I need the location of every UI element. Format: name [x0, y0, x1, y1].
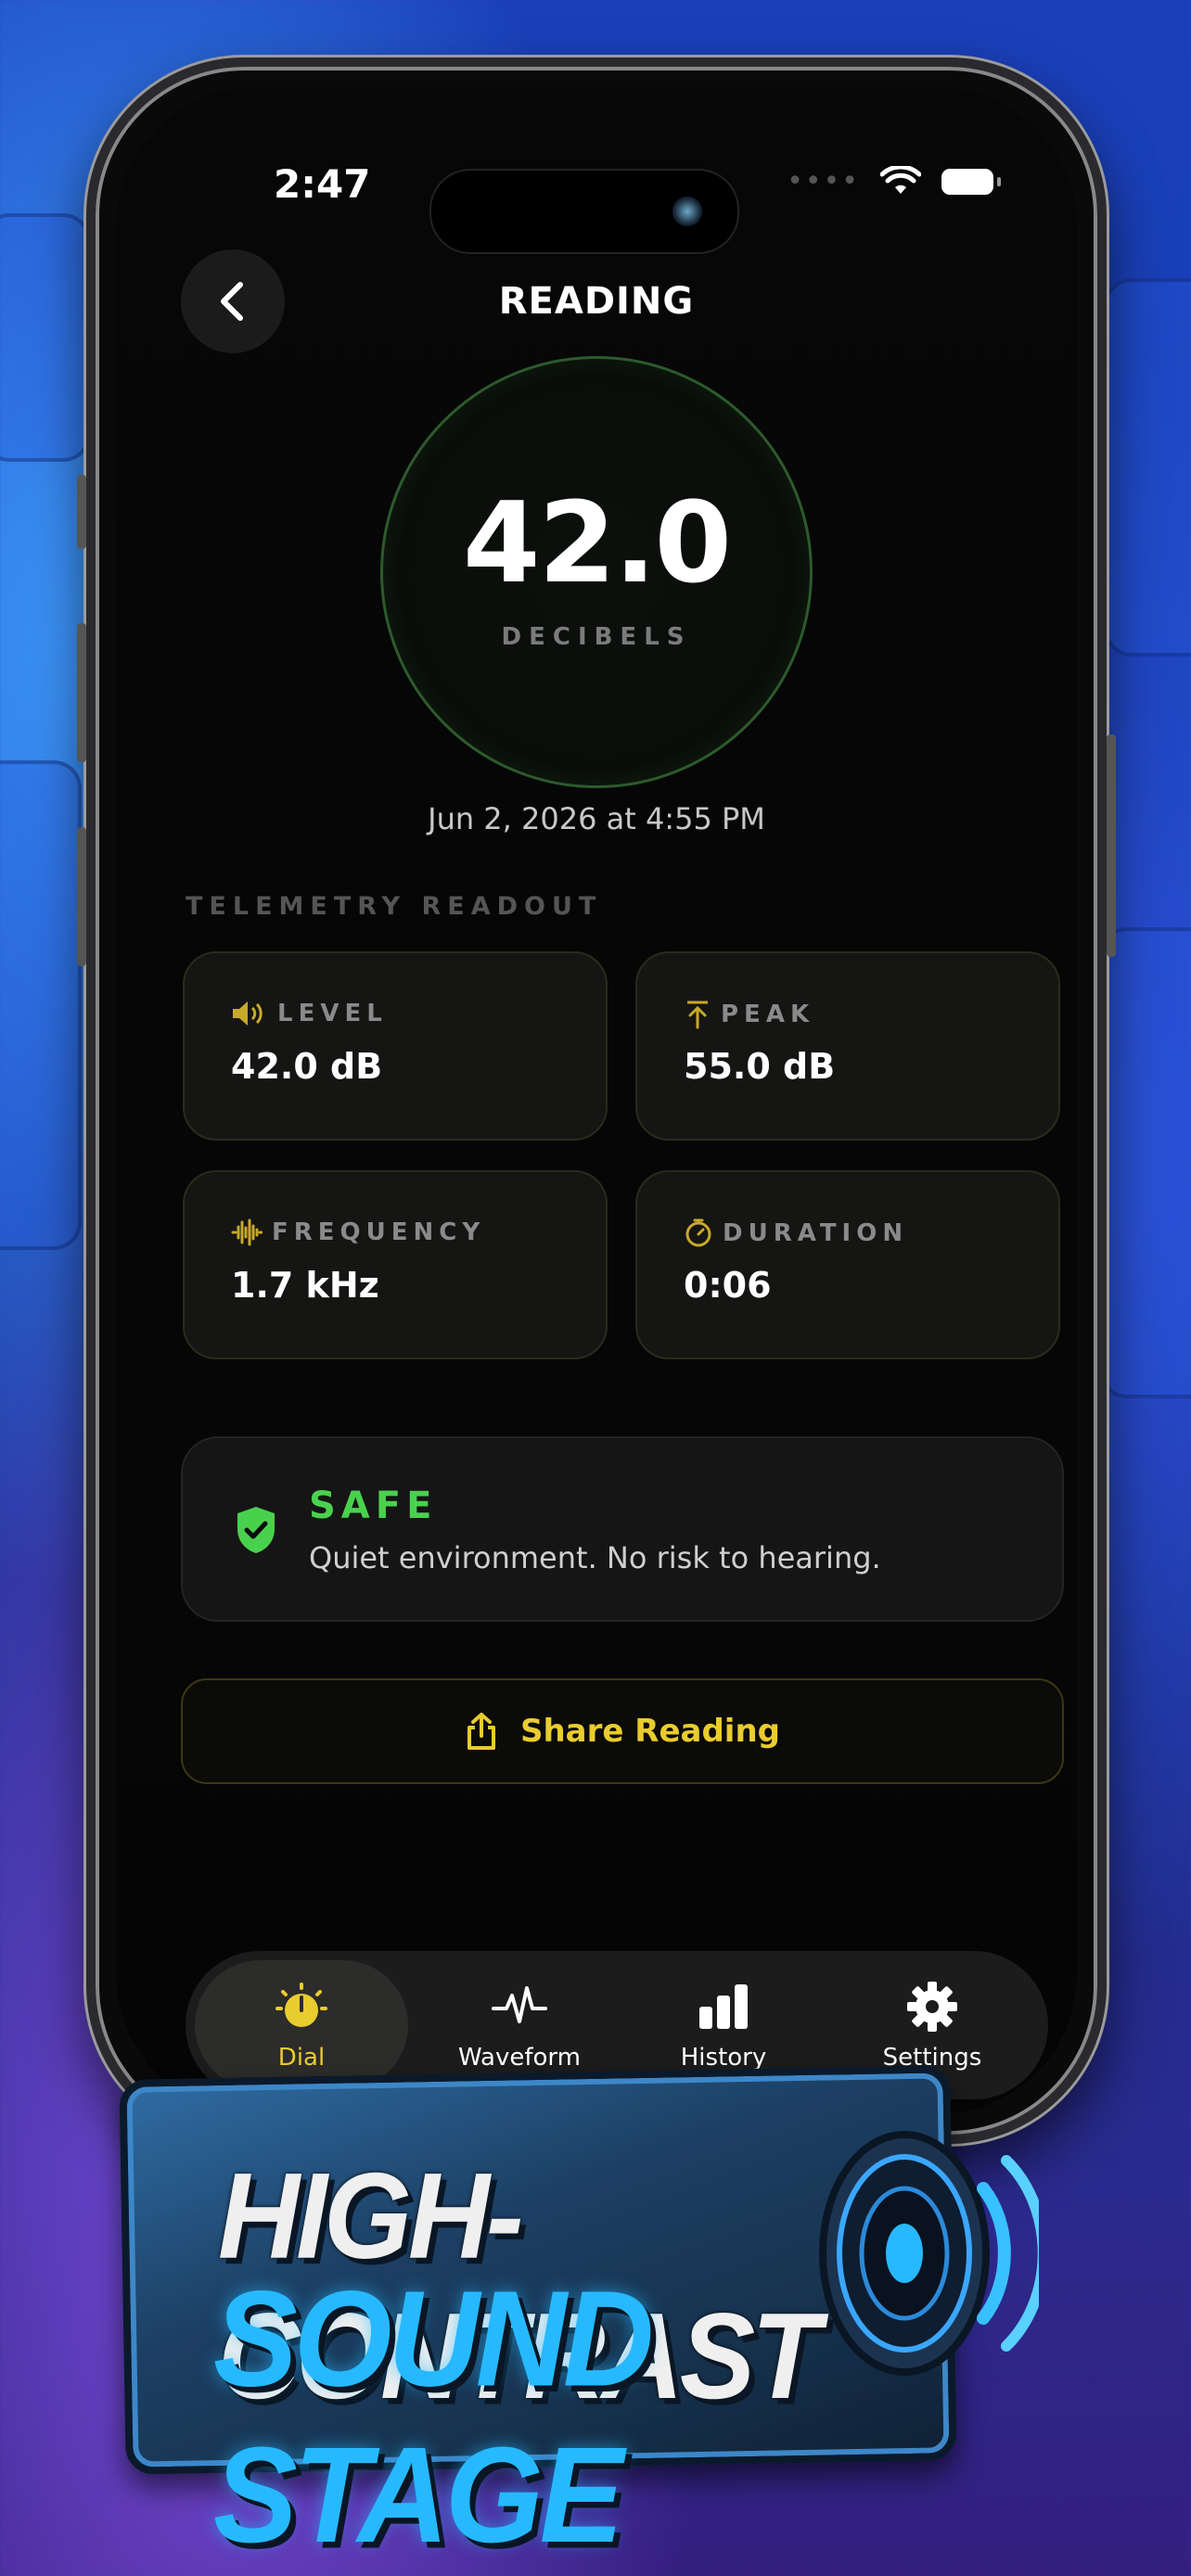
share-icon — [467, 1713, 495, 1750]
app-screen: 2:47 •••• READING 42.0 DECIBELS Jun 2, 2… — [116, 87, 1077, 2114]
tile-label: LEVEL — [277, 1000, 388, 1027]
speaker-icon — [819, 2131, 1039, 2376]
waveform-icon — [492, 1986, 547, 2023]
side-button — [1107, 734, 1116, 957]
tile-label: FREQUENCY — [272, 1218, 486, 1246]
tile-label: PEAK — [721, 1001, 815, 1028]
background-stone — [1104, 278, 1191, 657]
telemetry-tile-peak: PEAK 55.0 dB — [635, 951, 1060, 1141]
dial-icon — [275, 1983, 327, 2027]
camera-icon — [672, 197, 702, 226]
share-label: Share Reading — [519, 1713, 781, 1750]
share-reading-button[interactable]: Share Reading — [181, 1678, 1064, 1784]
tile-value: 42.0 dB — [231, 1046, 383, 1087]
status-time: 2:47 — [274, 161, 371, 207]
speaker-icon — [233, 1001, 263, 1026]
timer-icon — [685, 1218, 711, 1247]
status-icons: •••• — [787, 165, 1001, 198]
shield-check-icon — [237, 1507, 275, 1553]
background-stone — [0, 760, 82, 1250]
side-button — [77, 623, 86, 762]
arrow-up-to-line-icon — [687, 1001, 708, 1029]
wifi-icon — [880, 165, 921, 194]
promo-banner: HIGH-CONTRAST SOUND STAGE — [111, 2035, 1039, 2570]
tile-value: 0:06 — [684, 1265, 772, 1306]
safety-status-card: SAFE Quiet environment. No risk to heari… — [181, 1436, 1064, 1622]
battery-icon — [941, 168, 1001, 195]
safety-status-title: SAFE — [309, 1485, 438, 1527]
tile-value: 55.0 dB — [684, 1046, 836, 1087]
gear-icon — [907, 1982, 957, 2032]
dynamic-island — [429, 169, 739, 254]
side-button — [77, 475, 86, 549]
bar-chart-icon — [699, 1984, 748, 2029]
signal-icon: •••• — [787, 165, 860, 198]
reading-timestamp: Jun 2, 2026 at 4:55 PM — [428, 801, 765, 836]
background-stone — [0, 213, 91, 462]
telemetry-tile-duration: DURATION 0:06 — [635, 1170, 1060, 1359]
waveform-icon — [231, 1218, 263, 1246]
safety-status-description: Quiet environment. No risk to hearing. — [309, 1540, 881, 1575]
page-title: READING — [498, 280, 695, 323]
decibel-unit: DECIBELS — [501, 623, 692, 651]
telemetry-tile-frequency: FREQUENCY 1.7 kHz — [183, 1170, 608, 1359]
tile-label: DURATION — [723, 1219, 909, 1247]
decibel-value: 42.0 — [462, 479, 732, 608]
section-label: TELEMETRY READOUT — [186, 892, 603, 921]
decibel-dial: 42.0 DECIBELS — [380, 356, 813, 788]
background-stone — [1099, 927, 1191, 1398]
tile-value: 1.7 kHz — [231, 1265, 379, 1306]
phone-frame: 2:47 •••• READING 42.0 DECIBELS Jun 2, 2… — [77, 57, 1116, 2144]
side-button — [77, 827, 86, 966]
telemetry-tile-level: LEVEL 42.0 dB — [183, 951, 608, 1141]
